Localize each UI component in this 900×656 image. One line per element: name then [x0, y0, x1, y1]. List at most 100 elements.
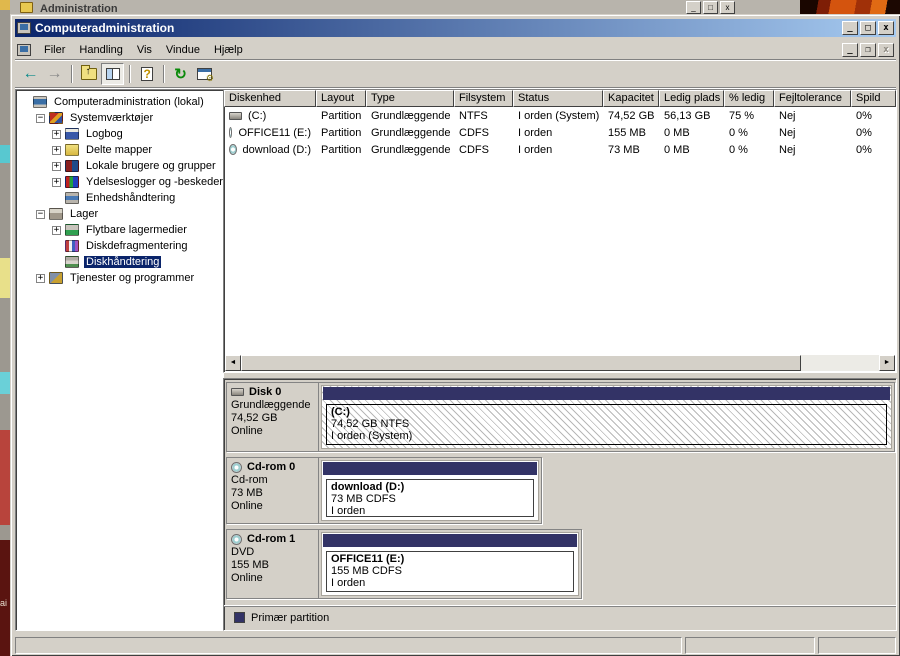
tree-item-label: Lager	[68, 208, 100, 220]
volume-bar-d[interactable]: download (D:) 73 MB CDFS I orden	[321, 460, 539, 521]
disk-name: Cd-rom 0	[247, 461, 295, 473]
tree-item-event-viewer[interactable]: + Logbog	[18, 126, 221, 142]
volume-bar-e[interactable]: OFFICE11 (E:) 155 MB CDFS I orden	[321, 532, 579, 596]
column-header[interactable]: Fejltolerance	[774, 90, 851, 107]
collapse-icon[interactable]: −	[36, 210, 45, 219]
tree-item-system-tools[interactable]: − Systemværktøjer	[18, 110, 221, 126]
tree-item-services-applications[interactable]: + Tjenester og programmer	[18, 270, 221, 286]
expand-icon[interactable]: +	[52, 130, 61, 139]
cell-filesystem: NTFS	[454, 110, 513, 122]
volume-list: Diskenhed Layout Type Filsystem Status K…	[223, 89, 897, 373]
disk-size: 73 MB	[231, 487, 314, 499]
cell-filesystem: CDFS	[454, 127, 513, 139]
cell-filesystem: CDFS	[454, 144, 513, 156]
expand-icon[interactable]: +	[52, 226, 61, 235]
menu-vindue[interactable]: Vindue	[159, 42, 207, 58]
desktop-left-strip: ai	[0, 0, 10, 656]
primary-partition-strip	[323, 462, 537, 475]
export-list-button[interactable]	[193, 63, 216, 85]
show-hide-tree-button[interactable]	[101, 63, 124, 85]
tree-item-performance-logs[interactable]: + Ydelseslogger og -beskeder	[18, 174, 221, 190]
column-header[interactable]: % ledig	[724, 90, 774, 107]
cell-free-space: 0 MB	[659, 144, 724, 156]
up-level-button[interactable]: ↑	[77, 63, 100, 85]
table-row[interactable]: download (D:) Partition Grundlæggende CD…	[224, 141, 896, 158]
child-restore-button[interactable]: ❐	[860, 43, 876, 57]
disk-state: Online	[231, 572, 314, 584]
collapse-icon[interactable]: −	[36, 114, 45, 123]
tree-item-removable-storage[interactable]: + Flytbare lagermedier	[18, 222, 221, 238]
volume-status: I orden	[331, 577, 569, 589]
column-header[interactable]: Layout	[316, 90, 366, 107]
shared-folder-icon	[65, 144, 79, 156]
table-row[interactable]: (C:) Partition Grundlæggende NTFS I orde…	[224, 107, 896, 124]
cell-pct-free: 0 %	[724, 144, 774, 156]
horizontal-scrollbar[interactable]: ◄ ►	[225, 355, 895, 371]
mdi-child-icon[interactable]	[17, 44, 31, 56]
menu-handling[interactable]: Handling	[72, 42, 129, 58]
menu-vis[interactable]: Vis	[130, 42, 159, 58]
cell-pct-free: 0 %	[724, 127, 774, 139]
tree-item-computer-management[interactable]: Computeradministration (lokal)	[18, 94, 221, 110]
minimize-button[interactable]: _	[686, 1, 701, 14]
column-header[interactable]: Status	[513, 90, 603, 107]
scrollbar-thumb[interactable]	[241, 355, 801, 371]
maximize-button[interactable]: □	[703, 1, 718, 14]
table-row[interactable]: OFFICE11 (E:) Partition Grundlæggende CD…	[224, 124, 896, 141]
tree-item-label: Systemværktøjer	[68, 112, 155, 124]
close-button[interactable]: x	[878, 21, 894, 35]
storage-icon	[49, 208, 63, 220]
volume-bar-c[interactable]: (C:) 74,52 GB NTFS I orden (System)	[321, 385, 892, 449]
tree-item-disk-management[interactable]: Diskhåndtering	[18, 254, 221, 270]
refresh-button[interactable]: ↻	[169, 63, 192, 85]
close-button[interactable]: x	[720, 1, 735, 14]
maximize-button[interactable]: □	[860, 21, 876, 35]
desktop-fragment	[0, 145, 10, 163]
title-bar[interactable]: Computeradministration _ □ x	[15, 19, 896, 37]
scroll-left-button[interactable]: ◄	[225, 355, 241, 371]
column-header[interactable]: Diskenhed	[224, 90, 316, 107]
expand-icon[interactable]: +	[52, 146, 61, 155]
volume-name: download (D:)	[243, 144, 311, 156]
tree-item-device-manager[interactable]: Enhedshåndtering	[18, 190, 221, 206]
column-header[interactable]: Ledig plads	[659, 90, 724, 107]
column-header[interactable]: Type	[366, 90, 454, 107]
cell-type: Grundlæggende	[366, 144, 454, 156]
disk-info-cell[interactable]: Cd-rom 1 DVD 155 MB Online	[227, 530, 319, 598]
scroll-right-button[interactable]: ►	[879, 355, 895, 371]
tree-item-label: Ydelseslogger og -beskeder	[84, 176, 224, 188]
column-header[interactable]: Spild	[851, 90, 896, 107]
help-button[interactable]: ?	[135, 63, 158, 85]
disk-info-cell[interactable]: Cd-rom 0 Cd-rom 73 MB Online	[227, 458, 319, 523]
scrollbar-track[interactable]	[801, 355, 879, 371]
tree-item-label: Delte mapper	[84, 144, 154, 156]
disk-row-cdrom0: Cd-rom 0 Cd-rom 73 MB Online download (D…	[226, 457, 542, 524]
disk-info-cell[interactable]: Disk 0 Grundlæggende 74,52 GB Online	[227, 383, 319, 451]
expand-icon[interactable]: +	[52, 178, 61, 187]
expand-icon[interactable]: +	[52, 162, 61, 171]
desktop-fragment	[0, 258, 10, 298]
back-button[interactable]: ←	[19, 63, 42, 85]
tree-item-label: Lokale brugere og grupper	[84, 160, 218, 172]
cell-layout: Partition	[316, 144, 366, 156]
cell-layout: Partition	[316, 110, 366, 122]
menu-filer[interactable]: Filer	[37, 42, 72, 58]
child-minimize-button[interactable]: _	[842, 43, 858, 57]
tree-item-shared-folders[interactable]: + Delte mapper	[18, 142, 221, 158]
tree-item-storage[interactable]: − Lager	[18, 206, 221, 222]
column-header[interactable]: Kapacitet	[603, 90, 659, 107]
users-icon	[65, 160, 79, 172]
cell-overhead: 0%	[851, 144, 896, 156]
legend-label: Primær partition	[251, 612, 329, 624]
column-header[interactable]: Filsystem	[454, 90, 513, 107]
cell-fault-tolerance: Nej	[774, 110, 851, 122]
cell-fault-tolerance: Nej	[774, 144, 851, 156]
folder-icon	[20, 2, 33, 13]
legend: Primær partition	[224, 606, 896, 628]
forward-button[interactable]: →	[43, 63, 66, 85]
menu-hjaelp[interactable]: Hjælp	[207, 42, 250, 58]
minimize-button[interactable]: _	[842, 21, 858, 35]
expand-icon[interactable]: +	[36, 274, 45, 283]
tree-item-disk-defragmenter[interactable]: Diskdefragmentering	[18, 238, 221, 254]
tree-item-local-users-groups[interactable]: + Lokale brugere og grupper	[18, 158, 221, 174]
